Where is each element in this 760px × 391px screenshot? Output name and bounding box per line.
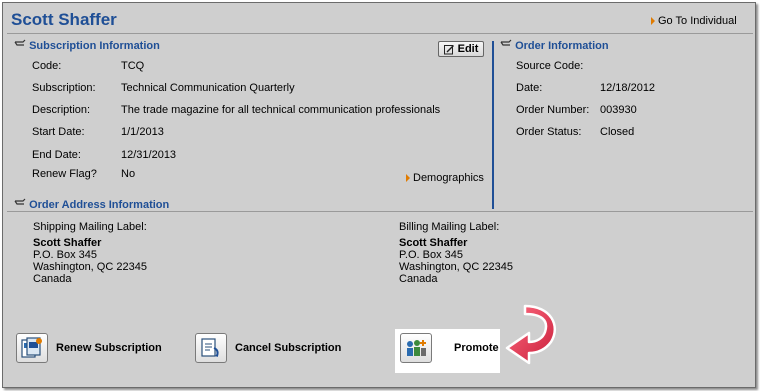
shipping-line1: P.O. Box 345 <box>33 249 98 261</box>
demographics-label: Demographics <box>413 172 484 184</box>
orange-arrow-icon <box>651 17 655 25</box>
renew-flag-value: No <box>121 168 136 180</box>
renew-subscription-icon[interactable] <box>16 333 48 363</box>
collapse-section-icon[interactable] <box>500 39 512 49</box>
shipping-name: Scott Shaffer <box>33 237 102 249</box>
collapse-section-icon[interactable] <box>14 39 26 49</box>
address-section-divider <box>7 211 753 212</box>
end-date-value: 12/31/2013 <box>121 149 177 161</box>
order-status-value: Closed <box>600 126 635 138</box>
order-section-title: Order Information <box>515 40 609 52</box>
order-number-label: Order Number: <box>516 104 590 116</box>
address-section-header: Order Address Information <box>14 198 169 211</box>
edit-button-label: Edit <box>457 43 479 55</box>
go-to-individual-label: Go To Individual <box>658 15 737 27</box>
description-value: The trade magazine for all technical com… <box>121 104 441 116</box>
promote-action[interactable]: Promote <box>400 333 499 363</box>
billing-line3: Canada <box>399 273 438 285</box>
cancel-subscription-icon[interactable] <box>195 333 227 363</box>
order-date-value: 12/18/2012 <box>600 82 656 94</box>
start-date-label: Start Date: <box>32 126 85 138</box>
order-date-label: Date: <box>516 82 543 94</box>
order-section-header: Order Information <box>500 39 609 52</box>
orange-arrow-icon <box>406 174 410 182</box>
callout-arrow-icon <box>505 304 556 365</box>
subscription-value: Technical Communication Quarterly <box>121 82 295 94</box>
code-label: Code: <box>32 60 62 72</box>
subscription-section-header: Subscription Information <box>14 39 160 52</box>
order-status-label: Order Status: <box>516 126 582 138</box>
end-date-label: End Date: <box>32 149 81 161</box>
shipping-line3: Canada <box>33 273 72 285</box>
cancel-subscription-action[interactable]: Cancel Subscription <box>195 333 341 363</box>
billing-name: Scott Shaffer <box>399 237 468 249</box>
billing-line2: Washington, QC 22345 <box>399 261 513 273</box>
subscription-section-title: Subscription Information <box>29 40 160 52</box>
shipping-label-heading: Shipping Mailing Label: <box>33 221 147 233</box>
demographics-link[interactable]: Demographics <box>406 172 484 184</box>
go-to-individual-link[interactable]: Go To Individual <box>651 15 737 27</box>
start-date-value: 1/1/2013 <box>121 126 164 138</box>
subscription-label: Subscription: <box>32 82 96 94</box>
billing-label-heading: Billing Mailing Label: <box>399 221 500 233</box>
shipping-line2: Washington, QC 22345 <box>33 261 147 273</box>
column-divider <box>492 41 494 209</box>
renew-subscription-label: Renew Subscription <box>56 342 162 354</box>
promote-icon[interactable] <box>400 333 432 363</box>
order-number-value: 003930 <box>600 104 637 116</box>
cancel-subscription-label: Cancel Subscription <box>235 342 342 354</box>
edit-button[interactable]: Edit <box>438 41 484 57</box>
description-label: Description: <box>32 104 91 116</box>
header-divider <box>7 33 753 34</box>
code-value: TCQ <box>121 60 145 72</box>
edit-pencil-icon <box>443 44 454 54</box>
collapse-section-icon[interactable] <box>14 198 26 208</box>
promote-label: Promote <box>454 342 499 354</box>
page-title: Scott Shaffer <box>11 10 117 29</box>
source-code-label: Source Code: <box>516 60 584 72</box>
renew-flag-label: Renew Flag? <box>32 168 97 180</box>
billing-line1: P.O. Box 345 <box>399 249 464 261</box>
subscription-detail-panel: Scott Shaffer Go To Individual Subscript… <box>2 2 756 388</box>
renew-subscription-action[interactable]: Renew Subscription <box>16 333 162 363</box>
address-section-title: Order Address Information <box>29 199 170 211</box>
